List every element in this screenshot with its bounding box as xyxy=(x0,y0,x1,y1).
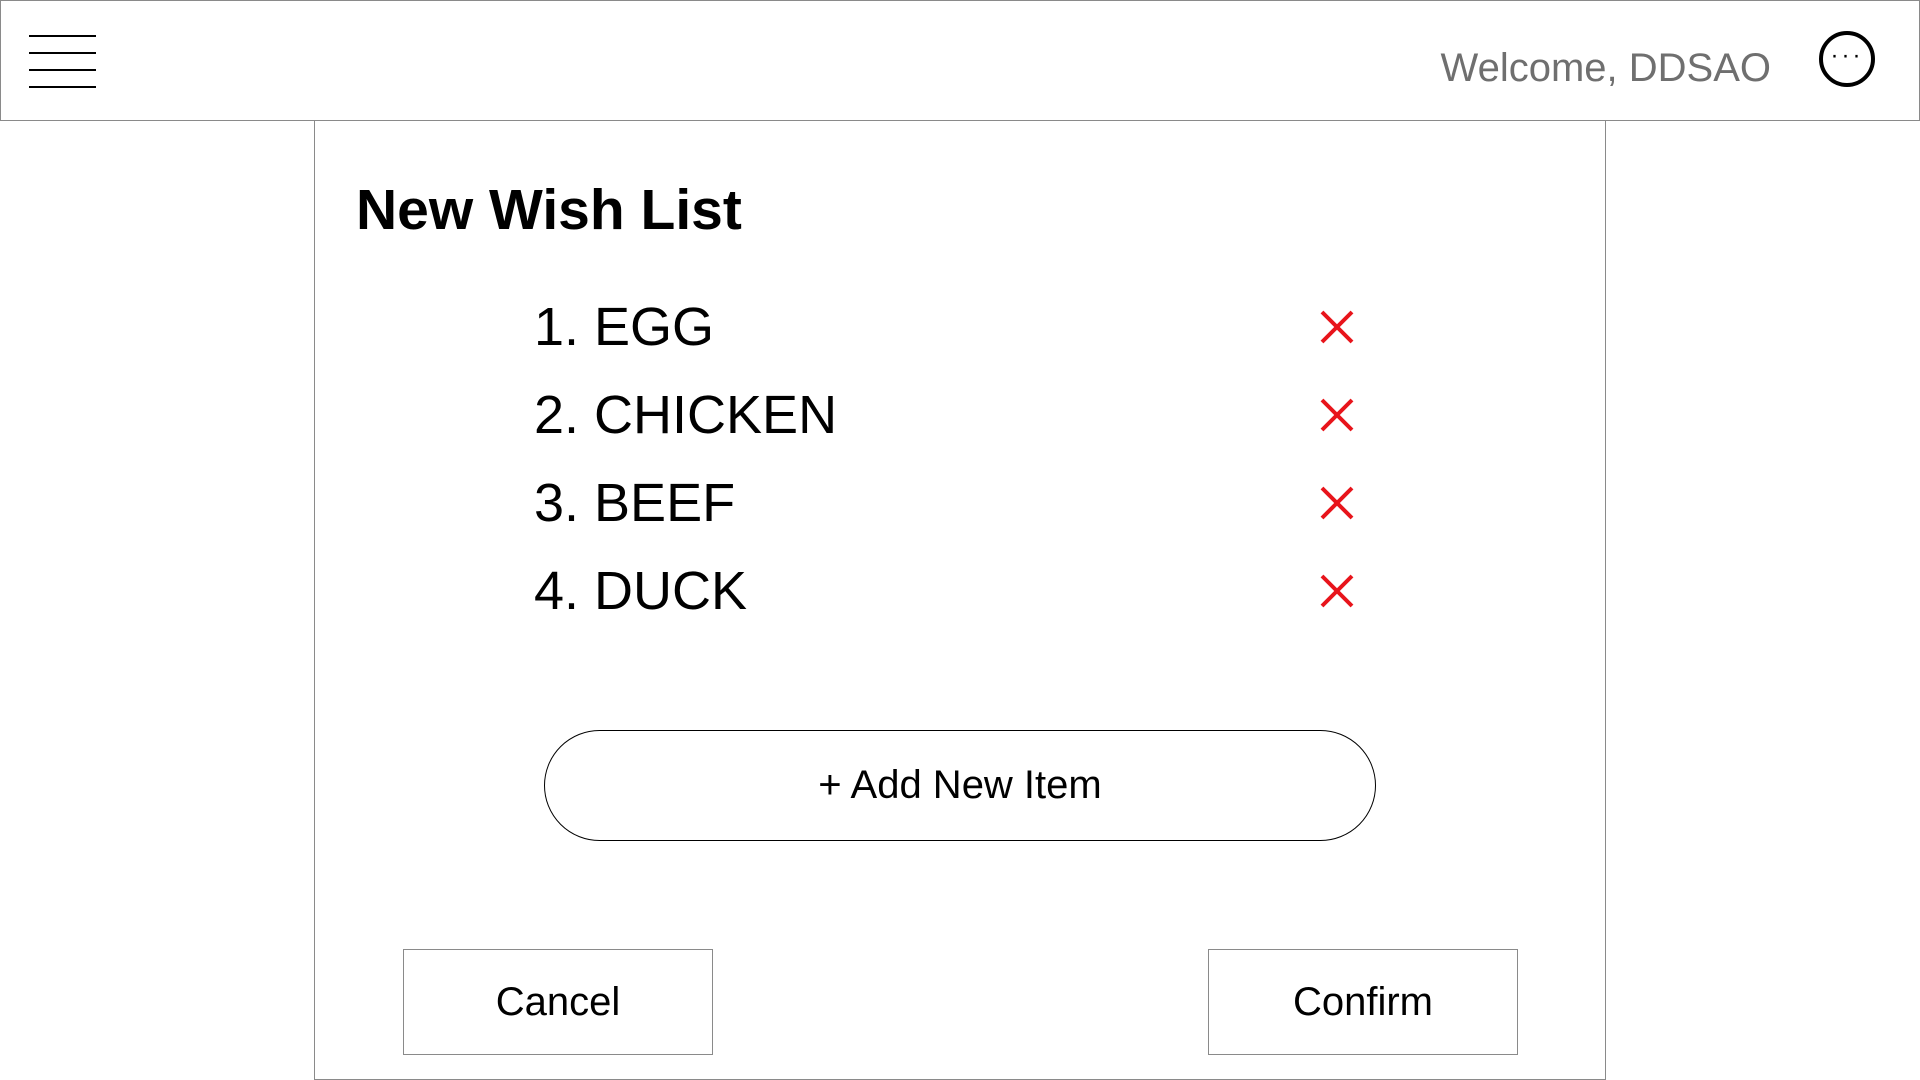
add-new-item-button[interactable]: + Add New Item xyxy=(544,730,1376,841)
confirm-button[interactable]: Confirm xyxy=(1208,949,1518,1055)
remove-x-icon[interactable] xyxy=(1316,306,1358,348)
top-bar: Welcome, DDSAO ··· xyxy=(0,0,1920,121)
list-item-label: 1. EGG xyxy=(534,297,715,357)
dialog-title: New Wish List xyxy=(356,178,742,242)
list-item: 3. BEEF xyxy=(534,468,1434,538)
list-item: 4. DUCK xyxy=(534,556,1434,626)
list-item-label: 3. BEEF xyxy=(534,473,736,533)
list-item: 1. EGG xyxy=(534,292,1434,362)
cancel-button[interactable]: Cancel xyxy=(403,949,713,1055)
remove-x-icon[interactable] xyxy=(1316,482,1358,524)
more-options-dots: ··· xyxy=(1830,42,1864,69)
more-options-icon[interactable]: ··· xyxy=(1819,31,1875,87)
list-item-label: 2. CHICKEN xyxy=(534,385,838,445)
remove-x-icon[interactable] xyxy=(1316,394,1358,436)
list-item: 2. CHICKEN xyxy=(534,380,1434,450)
list-item-label: 4. DUCK xyxy=(534,561,748,621)
new-wish-list-dialog: New Wish List 1. EGG 2. CHICKEN 3. BEEF … xyxy=(314,121,1606,1080)
hamburger-menu-icon[interactable] xyxy=(29,34,96,91)
welcome-text: Welcome, DDSAO xyxy=(1440,46,1771,90)
remove-x-icon[interactable] xyxy=(1316,570,1358,612)
